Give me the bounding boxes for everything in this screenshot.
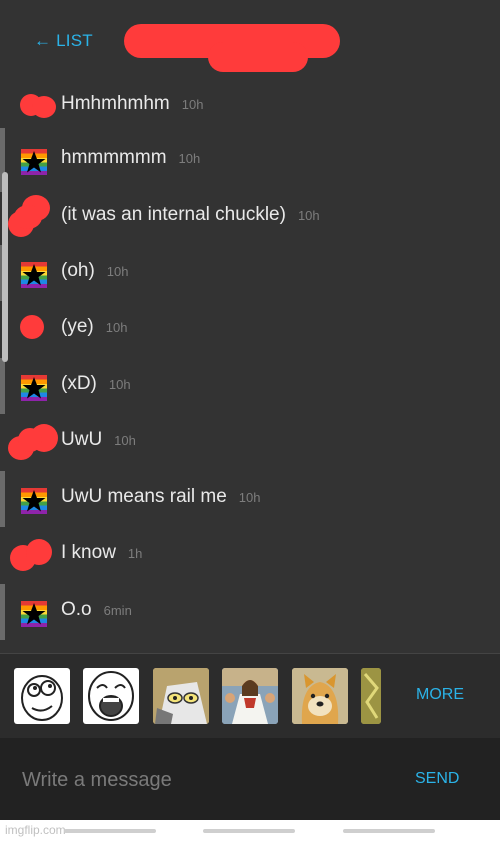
message-time: 10h bbox=[108, 377, 131, 392]
buddy-christ-sticker[interactable] bbox=[222, 668, 278, 724]
chat-screen: ← LIST Hmhmhmhm 10h hmmmmmm 10h (it was … bbox=[0, 0, 500, 841]
message-text: I know 1h bbox=[61, 542, 143, 563]
composer: SEND bbox=[0, 738, 500, 820]
message-time: 10h bbox=[106, 264, 129, 279]
message-row: (it was an internal chuckle) 10h bbox=[0, 193, 500, 241]
message-row: I know 1h bbox=[0, 531, 500, 579]
message-time: 1h bbox=[127, 546, 143, 561]
message-row: (xD) 10h bbox=[0, 358, 500, 414]
message-input[interactable] bbox=[20, 762, 384, 798]
message-time: 10h bbox=[178, 151, 201, 166]
more-stickers-button[interactable]: MORE bbox=[416, 686, 464, 704]
message-time: 10h bbox=[114, 433, 136, 448]
message-time: 10h bbox=[181, 97, 204, 112]
message-text: Hmhmhmhm 10h bbox=[61, 93, 204, 114]
doge-sticker[interactable] bbox=[292, 668, 348, 724]
scrollbar[interactable] bbox=[2, 172, 8, 362]
pride-star-avatar-icon bbox=[21, 488, 47, 514]
unsettled-tom-sticker[interactable] bbox=[153, 668, 209, 724]
pride-star-avatar-icon bbox=[21, 149, 47, 175]
message-time: 6min bbox=[103, 603, 132, 618]
footer: imgflip.com bbox=[0, 820, 500, 841]
message-text: (ye) 10h bbox=[61, 316, 128, 337]
watermark: imgflip.com bbox=[5, 823, 66, 837]
message-time: 10h bbox=[297, 208, 320, 223]
header: ← LIST bbox=[0, 0, 500, 82]
pride-star-avatar-icon bbox=[21, 375, 47, 401]
pride-star-avatar-icon bbox=[21, 262, 47, 288]
pride-star-avatar-icon bbox=[21, 601, 47, 627]
lol-face-sticker[interactable] bbox=[83, 668, 139, 724]
message-text: UwU means rail me 10h bbox=[61, 486, 261, 507]
message-text: (xD) 10h bbox=[61, 373, 131, 394]
derp-face-sticker[interactable] bbox=[14, 668, 70, 724]
nav-pill bbox=[64, 829, 156, 833]
nav-pill bbox=[203, 829, 295, 833]
message-row: (oh) 10h bbox=[0, 245, 500, 301]
message-row: (ye) 10h bbox=[0, 305, 500, 353]
message-list[interactable]: Hmhmhmhm 10h hmmmmmm 10h (it was an intern… bbox=[0, 82, 500, 642]
message-time: 10h bbox=[105, 320, 128, 335]
message-row: UwU means rail me 10h bbox=[0, 471, 500, 527]
message-row: O.o 6min bbox=[0, 584, 500, 640]
message-text: (it was an internal chuckle) 10h bbox=[61, 204, 320, 225]
message-text: hmmmmmm 10h bbox=[61, 147, 201, 168]
partial-sticker[interactable] bbox=[361, 668, 381, 724]
message-row: Hmhmhmhm 10h bbox=[0, 82, 500, 130]
message-time: 10h bbox=[238, 490, 261, 505]
send-button[interactable]: SEND bbox=[415, 770, 459, 788]
sticker-bar: MORE bbox=[0, 653, 500, 738]
message-text: O.o 6min bbox=[61, 599, 132, 620]
nav-pill bbox=[343, 829, 435, 833]
message-row: UwU 10h bbox=[0, 418, 500, 466]
message-text: UwU 10h bbox=[61, 429, 136, 450]
back-to-list-button[interactable]: ← LIST bbox=[34, 31, 93, 51]
message-row: hmmmmmm 10h bbox=[0, 128, 500, 192]
message-text: (oh) 10h bbox=[61, 260, 129, 281]
